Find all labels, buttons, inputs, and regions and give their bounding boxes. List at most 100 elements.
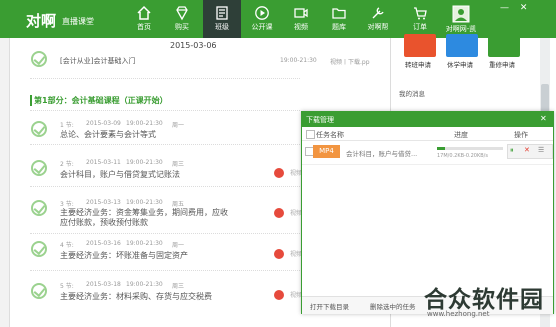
divider — [302, 164, 553, 165]
nav-open-course[interactable]: 公开课 — [243, 0, 281, 38]
lesson-5-check-icon — [31, 283, 47, 299]
watermark-url: www.hezhong.net — [427, 310, 490, 318]
nav-duiabang[interactable]: 对啊帮 — [359, 0, 397, 38]
lesson-4-check-icon — [31, 241, 47, 257]
nav-user-label: 对啊网-凯 — [445, 25, 477, 33]
intro-title[interactable]: [会计从业]会计基础入门 — [60, 56, 135, 66]
watermark: 合众软件园 — [424, 287, 544, 313]
retake-label: 重修申请 — [489, 61, 515, 69]
nav-home[interactable]: 首页 — [125, 0, 163, 38]
avatar-icon — [452, 5, 470, 23]
download-manager-titlebar[interactable] — [302, 112, 553, 127]
folder-icon[interactable]: ☰ — [538, 146, 544, 154]
lesson-3-date: 2015-03-13 — [86, 199, 121, 206]
lesson-2-date: 2015-03-11 — [86, 159, 121, 166]
delete-icon[interactable]: ✕ — [524, 146, 530, 154]
lesson-3-time: 19:00-21:30 — [126, 199, 163, 206]
retake-button[interactable] — [488, 34, 520, 57]
nav-class[interactable]: 班级 — [203, 0, 241, 38]
lesson-1-check-icon — [31, 121, 47, 137]
nav-home-label: 首页 — [137, 23, 151, 31]
nav-question-bank-label: 题库 — [332, 23, 346, 31]
intro-time: 19:00-21:30 — [280, 57, 317, 64]
column-task-name: 任务名称 — [316, 131, 344, 139]
folder-icon — [332, 8, 346, 19]
lesson-1-num: 1 节: — [60, 122, 74, 129]
nav-video[interactable]: 视频 — [282, 0, 320, 38]
nav-orders-label: 订单 — [413, 23, 427, 31]
lock-icon — [274, 208, 284, 218]
nav-open-course-label: 公开课 — [251, 23, 273, 31]
lesson-2-time: 19:00-21:30 — [126, 159, 163, 166]
download-speed: 17M/0.2KB-0.20KB/s — [437, 153, 488, 159]
check-icon — [31, 51, 47, 67]
cart-icon — [414, 7, 427, 20]
lesson-1-date: 2015-03-09 — [86, 120, 121, 127]
class-icon — [216, 6, 228, 20]
nav-user-profile[interactable]: 对啊网-凯 — [438, 0, 484, 38]
transfer-class-button[interactable] — [404, 34, 436, 57]
divider — [30, 78, 300, 79]
lock-icon — [274, 168, 284, 178]
nav-video-label: 视频 — [294, 23, 308, 31]
column-progress: 进度 — [454, 131, 468, 139]
lesson-3-weekday: 周五 — [172, 201, 185, 208]
lesson-4-num: 4 节: — [60, 242, 74, 249]
my-messages-heading[interactable]: 我的消息 — [399, 88, 425, 98]
download-manager-title: 下载管理 — [306, 116, 334, 124]
lock-icon — [274, 290, 284, 300]
lesson-2-title[interactable]: 会计科目，账户与借贷复式记账法 — [60, 169, 180, 180]
lesson-4-date: 2015-03-16 — [86, 240, 121, 247]
open-download-folder-button[interactable]: 打开下载目录 — [310, 301, 349, 311]
nav-orders[interactable]: 订单 — [401, 0, 439, 38]
tools-icon — [372, 7, 384, 19]
suspend-study-label: 休学申请 — [447, 61, 473, 69]
lesson-1-weekday: 周一 — [172, 122, 185, 129]
content-left-gutter — [0, 38, 10, 327]
nav-duiabang-label: 对啊帮 — [367, 23, 389, 31]
lesson-5-time: 19:00-21:30 — [126, 281, 163, 288]
date-header: 2015-03-06 — [170, 41, 217, 50]
pause-icon[interactable]: ⏸ — [510, 146, 514, 155]
lesson-5-date: 2015-03-18 — [86, 281, 121, 288]
nav-class-label: 班级 — [215, 23, 229, 31]
close-icon[interactable]: ✕ — [540, 114, 547, 123]
column-operations: 操作 — [514, 131, 528, 139]
transfer-class-label: 转班申请 — [405, 61, 431, 69]
app-logo: 对啊 — [26, 12, 57, 30]
progress-bar-fill — [437, 147, 445, 150]
home-icon — [137, 5, 151, 20]
lesson-1-time: 19:00-21:30 — [126, 120, 163, 127]
section-title: 第1部分：会计基础课程（正课开始） — [30, 95, 168, 106]
lesson-4-weekday: 周一 — [172, 242, 185, 249]
lesson-3-check-icon — [31, 200, 47, 216]
video-icon — [294, 8, 308, 18]
lesson-5-title[interactable]: 主要经济业务：材料采购、存货与应交税费 — [60, 291, 212, 302]
window-controls[interactable]: — ✕ — [500, 3, 531, 13]
row-operations — [507, 144, 553, 159]
lesson-1-title[interactable]: 总论、会计要素与会计等式 — [60, 129, 156, 140]
divider — [30, 144, 300, 145]
intro-tag[interactable]: 视频丨下载.pp — [330, 57, 370, 66]
download-file-name: 会计科目，账户与借贷... — [346, 150, 418, 158]
file-format-badge: MP4 — [313, 145, 340, 158]
nav-question-bank[interactable]: 题库 — [320, 0, 358, 38]
lesson-4-time: 19:00-21:30 — [126, 240, 163, 247]
nav-buy-label: 购买 — [175, 23, 189, 31]
lesson-3-title[interactable]: 主要经济业务：资金筹集业务，期间费用，应收应付账款，预收预付账款 — [60, 208, 230, 228]
delete-selected-button[interactable]: 删除选中的任务 — [370, 301, 416, 311]
select-all-checkbox[interactable] — [306, 130, 315, 139]
app-logo-subtitle: 直播课堂 — [62, 17, 94, 26]
lesson-5-weekday: 周三 — [172, 283, 185, 290]
lesson-2-weekday: 周三 — [172, 161, 185, 168]
divider — [30, 270, 300, 271]
lesson-5-num: 5 节: — [60, 283, 74, 290]
lock-icon — [274, 249, 284, 259]
progress-bar — [437, 147, 503, 150]
suspend-study-button[interactable] — [446, 34, 478, 57]
lesson-2-check-icon — [31, 160, 47, 176]
nav-buy[interactable]: 购买 — [163, 0, 201, 38]
lesson-4-title[interactable]: 主要经济业务：坏账准备与固定资产 — [60, 250, 188, 261]
divider — [30, 233, 300, 234]
diamond-icon — [176, 6, 188, 21]
